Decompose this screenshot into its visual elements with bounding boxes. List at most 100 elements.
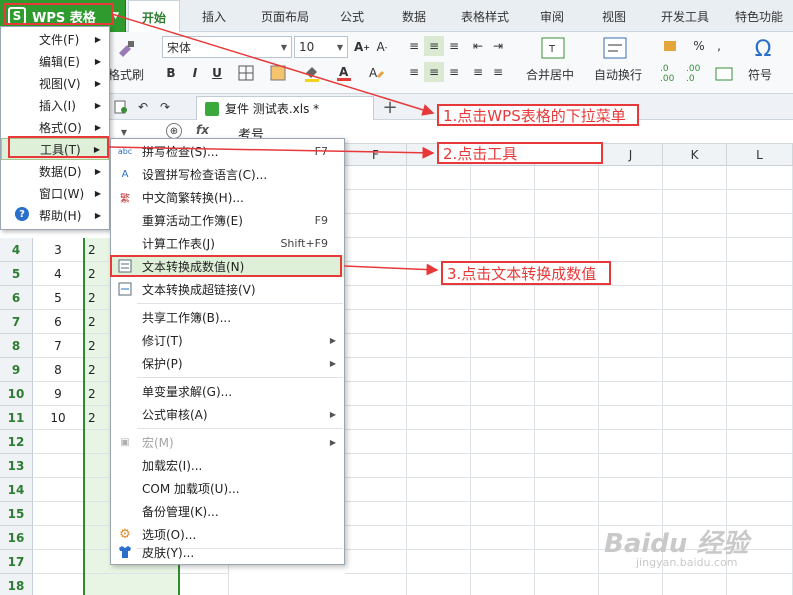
grid-cell[interactable] [535,454,599,478]
share-workbook-item[interactable]: 共享工作簿(B)... [111,306,344,328]
grow-font-icon[interactable]: A + [352,36,372,58]
row-header[interactable]: 7 [0,310,33,334]
merge-center-icon[interactable]: T [538,34,568,62]
grid-cell[interactable] [407,382,471,406]
cell-exam-number[interactable]: 8 [33,358,84,382]
new-tab-button[interactable]: + [380,96,400,118]
grid-cell[interactable] [599,334,663,358]
italic-button[interactable]: I [186,62,204,84]
number-format-icon[interactable] [712,64,736,84]
grid-cell[interactable] [727,166,793,190]
grid-cell[interactable] [407,526,471,550]
grid-cell[interactable] [407,238,471,262]
revisions-item[interactable]: 修订(T) ▶ [111,329,344,351]
grid-cell[interactable] [345,334,407,358]
grid-cell[interactable] [663,262,727,286]
grid-cell[interactable] [599,454,663,478]
calc-sheet-item[interactable]: 计算工作表(J) Shift+F9 [111,232,344,254]
row-header[interactable]: 17 [0,550,33,574]
tab-view[interactable]: 视图 [588,0,640,32]
font-size-select[interactable]: 10 ▼ [294,36,348,58]
tab-table-style[interactable]: 表格样式 [450,0,520,32]
grid-cell[interactable] [663,214,727,238]
grid-cell[interactable] [535,430,599,454]
grid-cell[interactable] [535,190,599,214]
currency-icon[interactable] [660,36,680,56]
align-center-icon[interactable]: ≡ [424,62,444,82]
row-header[interactable]: 18 [0,574,33,595]
grid-cell[interactable] [407,454,471,478]
grid-cell[interactable] [407,190,471,214]
menu-item-view[interactable]: 视图(V) ▶ [1,72,109,94]
grid-cell[interactable] [345,238,407,262]
grid-cell[interactable] [599,478,663,502]
grid-cell[interactable] [345,502,407,526]
tab-special-features[interactable]: 特色功能 [726,0,792,32]
wrap-text-icon[interactable] [600,34,630,62]
cell-exam-number[interactable]: 9 [33,382,84,406]
backup-management-item[interactable]: 备份管理(K)... [111,500,344,522]
grid-cell[interactable] [471,550,535,574]
align-top-icon[interactable]: ≡ [404,36,424,56]
row-header[interactable]: 5 [0,262,33,286]
spell-language-item[interactable]: A 设置拼写检查语言(C)... [111,163,344,185]
grid-cell[interactable] [471,214,535,238]
grid-cell[interactable] [407,358,471,382]
zoom-icon[interactable]: ⊕ [166,123,182,139]
grid-cell[interactable] [407,550,471,574]
row-header[interactable]: 12 [0,430,33,454]
grid-cell[interactable] [345,262,407,286]
grid-cell[interactable] [663,574,727,595]
grid-cell[interactable] [407,334,471,358]
shrink-font-icon[interactable]: A- [372,36,392,58]
cell-exam-number[interactable]: 3 [33,238,84,262]
menu-item-format[interactable]: 格式(O) ▶ [1,116,109,138]
menu-item-edit[interactable]: 编辑(E) ▶ [1,50,109,72]
row-header[interactable]: 11 [0,406,33,430]
grid-cell[interactable] [663,430,727,454]
grid-cell[interactable] [727,382,793,406]
grid-cell[interactable] [727,358,793,382]
menu-item-window[interactable]: 窗口(W) ▶ [1,182,109,204]
grid-cell[interactable] [471,190,535,214]
format-painter-icon[interactable] [110,36,142,64]
grid-cell[interactable] [535,334,599,358]
cell-exam-number[interactable] [33,454,84,478]
cell-selected-column[interactable] [84,574,179,595]
goal-seek-item[interactable]: 单变量求解(G)... [111,380,344,402]
grid-cell[interactable] [727,214,793,238]
merge-center-label[interactable]: 合并居中 [526,66,574,83]
cell-exam-number[interactable]: 5 [33,286,84,310]
grid-cell[interactable] [345,358,407,382]
grid-cell[interactable] [599,238,663,262]
column-header[interactable]: J [599,144,663,166]
grid-cell[interactable] [663,454,727,478]
grid-cell[interactable] [471,502,535,526]
row-header[interactable]: 8 [0,334,33,358]
font-name-select[interactable]: 宋体 ▼ [162,36,292,58]
grid-cell[interactable] [345,526,407,550]
clear-format-icon[interactable]: A [362,62,390,84]
row-header[interactable]: 16 [0,526,33,550]
grid-cell[interactable] [471,454,535,478]
grid-cell[interactable] [599,406,663,430]
cell-exam-number[interactable]: 6 [33,310,84,334]
grid-cell[interactable] [663,190,727,214]
grid-cell[interactable] [535,406,599,430]
grid-cell[interactable] [345,550,407,574]
grid-cell[interactable] [663,358,727,382]
grid-cell[interactable] [535,574,599,595]
grid-cell[interactable] [345,214,407,238]
justify-icon[interactable]: ≡ [468,62,488,82]
grid-cell[interactable] [407,166,471,190]
grid-cell[interactable] [471,406,535,430]
grid-cell[interactable] [663,286,727,310]
column-header[interactable]: K [663,144,727,166]
grid-cell[interactable] [727,574,793,595]
grid-cell[interactable] [471,286,535,310]
indent-increase-icon[interactable]: ⇥ [488,36,508,56]
grid-cell[interactable] [663,478,727,502]
decrease-decimal-icon[interactable]: .00 .0 [686,64,710,84]
grid-cell[interactable] [727,310,793,334]
grid-cell[interactable] [345,286,407,310]
